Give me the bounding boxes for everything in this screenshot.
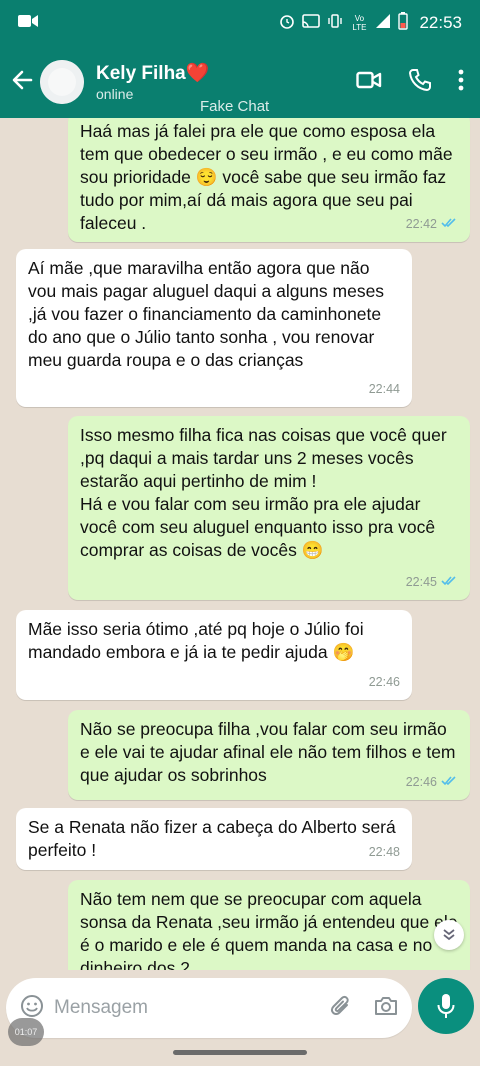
message-time: 22:46	[368, 675, 400, 689]
scroll-down-button[interactable]	[434, 920, 464, 950]
message-composer	[6, 978, 412, 1038]
message-incoming[interactable]: Mãe isso seria ótimo ,até pq hoje o Júli…	[16, 610, 412, 700]
video-call-icon	[356, 71, 382, 88]
message-text: Aí mãe ,que maravilha então agora que nã…	[28, 258, 389, 370]
message-outgoing[interactable]: Isso mesmo filha fica nas coisas que voc…	[68, 416, 470, 600]
camera-icon	[375, 996, 397, 1015]
message-text: Não tem nem que se preocupar com aquela …	[80, 889, 463, 970]
message-outgoing[interactable]: Não tem nem que se preocupar com aquela …	[68, 880, 470, 970]
attach-button[interactable]	[330, 994, 352, 1023]
message-text: Mãe isso seria ótimo ,até pq hoje o Júli…	[28, 619, 369, 662]
alarm-icon	[279, 13, 295, 33]
signal-icon	[375, 13, 391, 33]
message-text: Isso mesmo filha fica nas coisas que voc…	[80, 425, 447, 560]
contact-info[interactable]: Kely Filha❤️ online	[96, 62, 356, 102]
watermark: Fake Chat	[200, 98, 270, 115]
double-check-icon	[441, 213, 458, 236]
double-check-icon	[441, 571, 458, 594]
status-time: 22:53	[419, 13, 462, 32]
message-time: 22:44	[368, 382, 400, 396]
message-incoming[interactable]: Se a Renata não fizer a cabeça do Albert…	[16, 808, 412, 870]
message-time: 22:46	[405, 775, 437, 789]
camera-button[interactable]	[374, 995, 398, 1022]
chat-area[interactable]: Haá mas já falei pra ele que como esposa…	[0, 118, 480, 970]
message-text: Se a Renata não fizer a cabeça do Albert…	[28, 817, 401, 860]
status-bar: Vo LTE 22:53	[0, 0, 480, 46]
double-chevron-down-icon	[443, 929, 455, 941]
contact-name: Kely Filha❤️	[96, 63, 210, 84]
video-call-button[interactable]	[356, 70, 382, 95]
message-text: Não se preocupa filha ,vou falar com seu…	[80, 719, 461, 785]
message-time: 22:42	[405, 217, 437, 231]
message-outgoing[interactable]: Não se preocupa filha ,vou falar com seu…	[68, 710, 470, 800]
gesture-navigation-bar[interactable]	[173, 1050, 307, 1055]
double-check-icon	[441, 771, 458, 794]
recording-counter: 01:07	[8, 1018, 44, 1046]
message-time: 22:48	[368, 845, 400, 859]
video-camera-icon	[18, 14, 38, 33]
emoji-icon	[21, 994, 43, 1017]
avatar-placeholder-icon	[40, 60, 84, 104]
more-options-button[interactable]	[458, 69, 464, 96]
battery-icon	[398, 12, 409, 34]
phone-icon	[408, 68, 431, 91]
voice-record-button[interactable]	[418, 978, 474, 1034]
cast-icon	[302, 14, 321, 32]
message-incoming[interactable]: Aí mãe ,que maravilha então agora que nã…	[16, 249, 412, 407]
avatar[interactable]	[40, 60, 84, 104]
volte-label: Vo LTE	[352, 14, 367, 32]
message-input[interactable]	[54, 997, 330, 1019]
vibrate-icon	[327, 13, 343, 33]
voice-call-button[interactable]	[408, 68, 432, 97]
message-time: 22:45	[405, 575, 437, 589]
more-vert-icon	[458, 69, 464, 90]
microphone-icon	[437, 994, 455, 1018]
arrow-back-icon	[11, 70, 33, 95]
paperclip-icon	[330, 995, 349, 1015]
message-text: Haá mas já falei pra ele que como esposa…	[80, 121, 458, 233]
message-outgoing[interactable]: Haá mas já falei pra ele que como esposa…	[68, 118, 470, 242]
back-button[interactable]	[4, 64, 40, 100]
